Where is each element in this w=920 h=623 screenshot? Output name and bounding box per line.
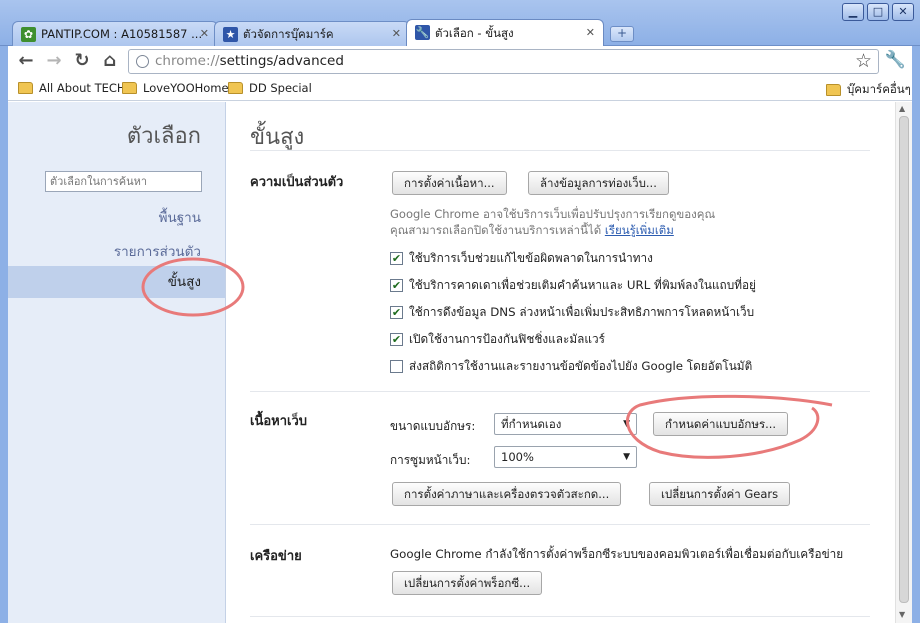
annotation-overlay: [141, 257, 833, 459]
annotation-circle-fonts: [625, 394, 833, 459]
tab-settings-advanced[interactable]: 🔧 ตัวเลือก - ขั้นสูง ✕: [406, 19, 604, 46]
close-icon[interactable]: ✕: [586, 20, 595, 46]
tab-title: ตัวเลือก - ขั้นสูง: [435, 26, 514, 40]
annotation-circle-advanced: [141, 257, 245, 317]
wrench-icon: 🔧: [415, 25, 430, 40]
